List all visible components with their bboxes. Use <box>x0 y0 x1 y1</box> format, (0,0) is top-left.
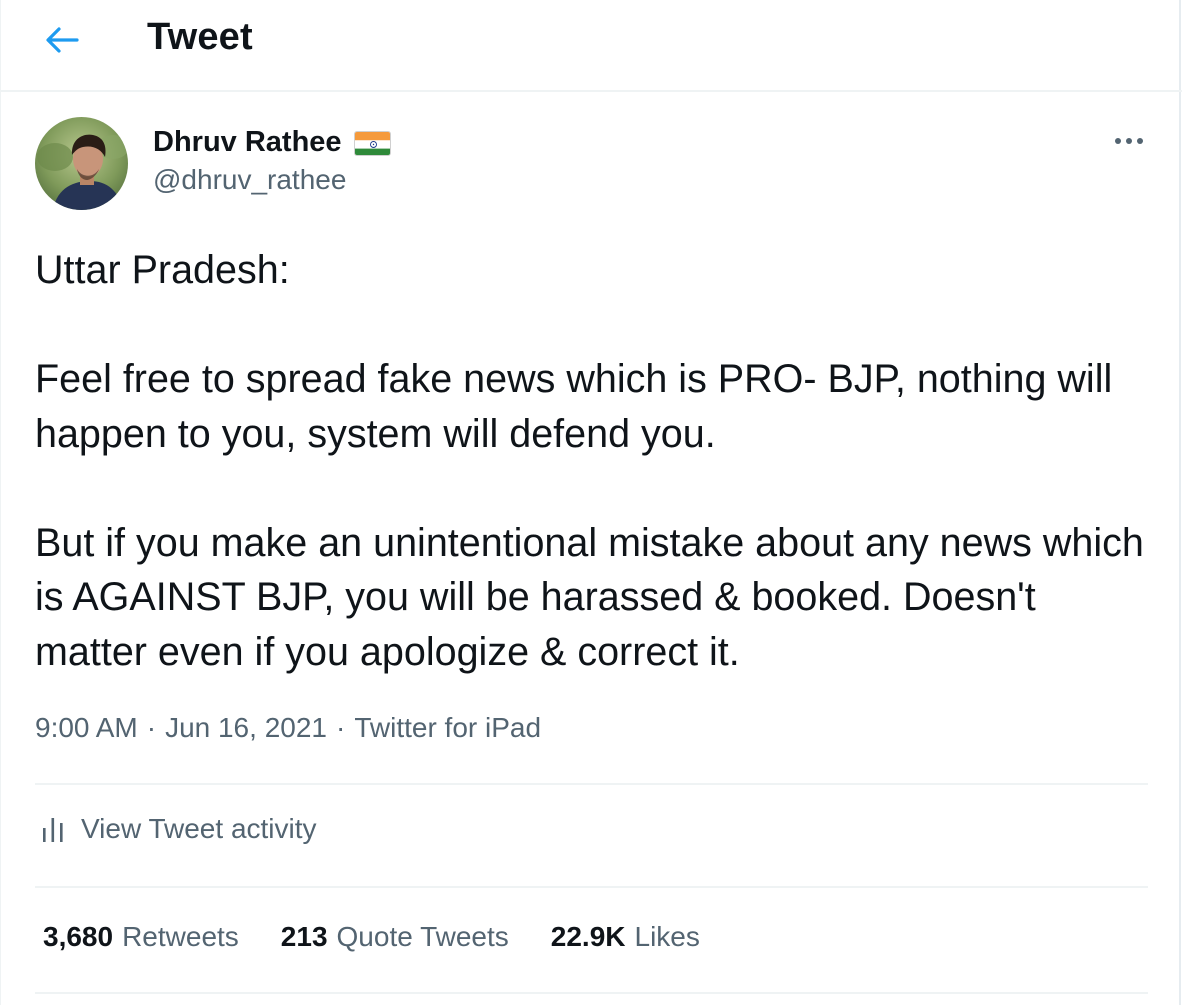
retweets-stat[interactable]: 3,680 Retweets <box>43 921 239 953</box>
tweet-source[interactable]: Twitter for iPad <box>354 712 541 744</box>
stat-count: 3,680 <box>43 921 114 952</box>
tweet-stats: 3,680 Retweets 213 Quote Tweets 22.9K Li… <box>43 921 700 953</box>
more-options-button[interactable] <box>1111 128 1147 154</box>
author-name-row: Dhruv Rathee <box>153 122 391 162</box>
divider <box>35 886 1148 888</box>
page-header: Tweet <box>1 0 1182 92</box>
divider <box>35 992 1148 994</box>
tweet-paragraph: But if you make an unintentional mistake… <box>35 520 1144 674</box>
stat-count: 22.9K <box>550 921 626 952</box>
tweet-paragraph: Feel free to spread fake news which is P… <box>35 357 1113 456</box>
tweet-paragraph: Uttar Pradesh: <box>35 248 290 292</box>
view-activity-button[interactable]: View Tweet activity <box>41 813 317 845</box>
author-handle[interactable]: @dhruv_rathee <box>153 164 346 196</box>
arrow-left-icon <box>46 27 79 53</box>
tweet-meta: 9:00 AM · Jun 16, 2021 · Twitter for iPa… <box>35 712 541 744</box>
tweet-page: Tweet Dhruv Rathee @dhruv_rathee Uttar P… <box>0 0 1182 1005</box>
more-horizontal-icon <box>1115 138 1143 144</box>
stat-label: Quote Tweets <box>336 921 509 952</box>
stat-label: Likes <box>634 921 700 952</box>
avatar[interactable] <box>35 117 128 210</box>
stat-count: 213 <box>280 921 328 952</box>
likes-stat[interactable]: 22.9K Likes <box>551 921 700 953</box>
india-flag-icon <box>353 130 391 156</box>
back-button[interactable] <box>39 20 87 60</box>
activity-label: View Tweet activity <box>81 813 317 844</box>
divider <box>35 783 1148 785</box>
meta-separator: · <box>146 712 157 743</box>
meta-separator: · <box>335 712 346 743</box>
author-name[interactable]: Dhruv Rathee <box>153 126 342 159</box>
avatar-photo <box>35 117 128 210</box>
bar-chart-icon <box>43 818 63 842</box>
stat-label: Retweets <box>122 921 239 952</box>
page-title: Tweet <box>147 16 253 58</box>
tweet-time[interactable]: 9:00 AM <box>35 712 138 744</box>
quote-tweets-stat[interactable]: 213 Quote Tweets <box>281 921 509 953</box>
tweet-date[interactable]: Jun 16, 2021 <box>165 712 327 744</box>
tweet-text: Uttar Pradesh: Feel free to spread fake … <box>35 243 1155 679</box>
